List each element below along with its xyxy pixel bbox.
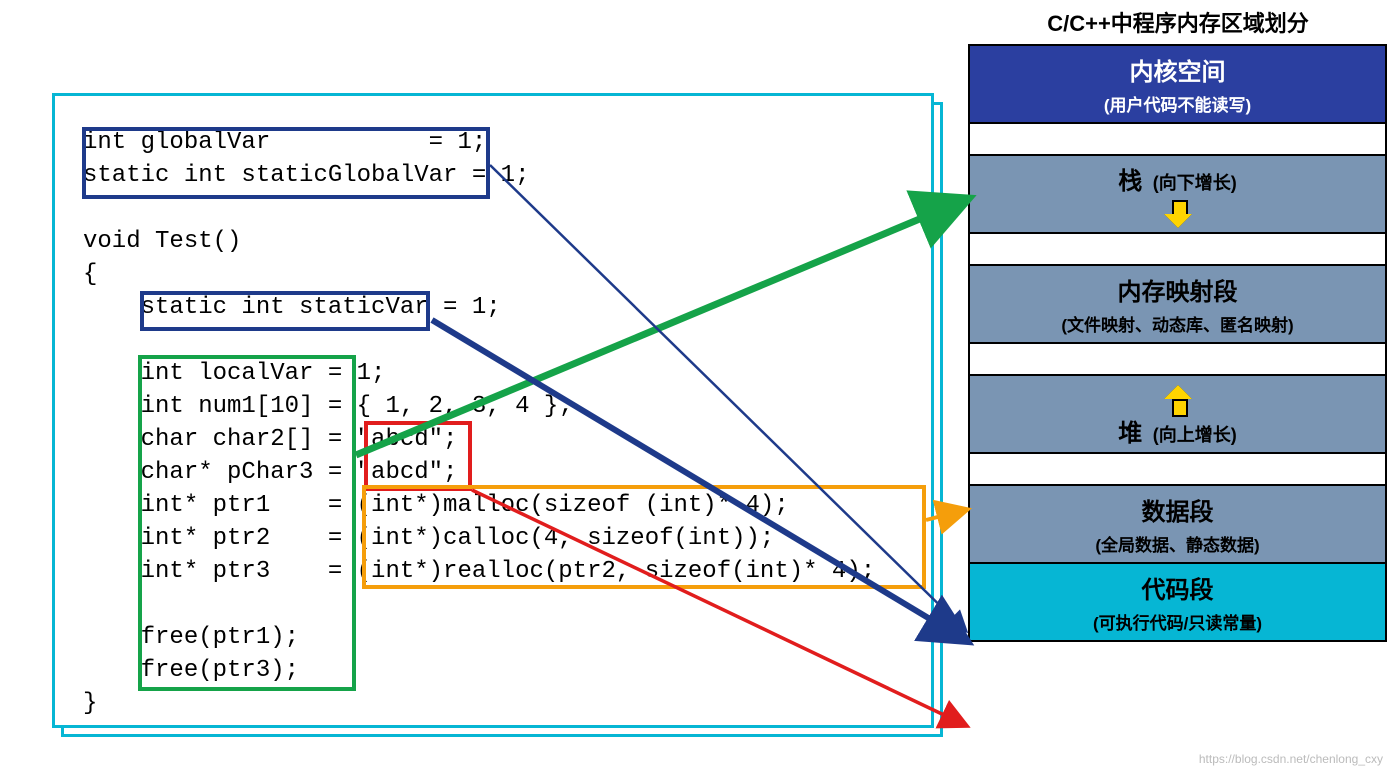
arrow-down-icon [1164,200,1192,228]
seg-text-sub: (可执行代码/只读常量) [1093,609,1262,634]
seg-kernel-title: 内核空间 [1130,52,1226,87]
seg-heap-sub: (向上增长) [1153,425,1237,445]
seg-stack-title: 栈 [1118,168,1142,195]
watermark: https://blog.csdn.net/chenlong_cxy [1199,752,1383,766]
seg-heap-title: 堆 [1118,420,1142,447]
seg-mmap-sub: (文件映射、动态库、匿名映射) [1061,311,1293,336]
memory-title: C/C++中程序内存区域划分 [968,6,1388,38]
gap [970,124,1385,156]
code-panel: int globalVar = 1; static int staticGlob… [52,93,934,728]
memory-layout: 内核空间 (用户代码不能读写) 栈 (向下增长) 内存映射段 (文件映射、动态库… [968,44,1387,642]
arrow-up-icon [1164,385,1192,413]
seg-kernel-sub: (用户代码不能读写) [1104,91,1251,116]
seg-data-title: 数据段 [1142,492,1214,527]
seg-data: 数据段 (全局数据、静态数据) [970,486,1385,564]
seg-text: 代码段 (可执行代码/只读常量) [970,564,1385,640]
seg-mmap: 内存映射段 (文件映射、动态库、匿名映射) [970,266,1385,344]
seg-mmap-title: 内存映射段 [1118,272,1238,307]
seg-stack: 栈 (向下增长) [970,156,1385,234]
seg-heap: 堆 (向上增长) [970,376,1385,454]
gap [970,344,1385,376]
seg-text-title: 代码段 [1142,570,1214,605]
seg-kernel: 内核空间 (用户代码不能读写) [970,46,1385,124]
gap [970,234,1385,266]
seg-data-sub: (全局数据、静态数据) [1095,531,1259,556]
seg-stack-sub: (向下增长) [1153,173,1237,193]
code-block: int globalVar = 1; static int staticGlob… [55,96,931,732]
gap [970,454,1385,486]
